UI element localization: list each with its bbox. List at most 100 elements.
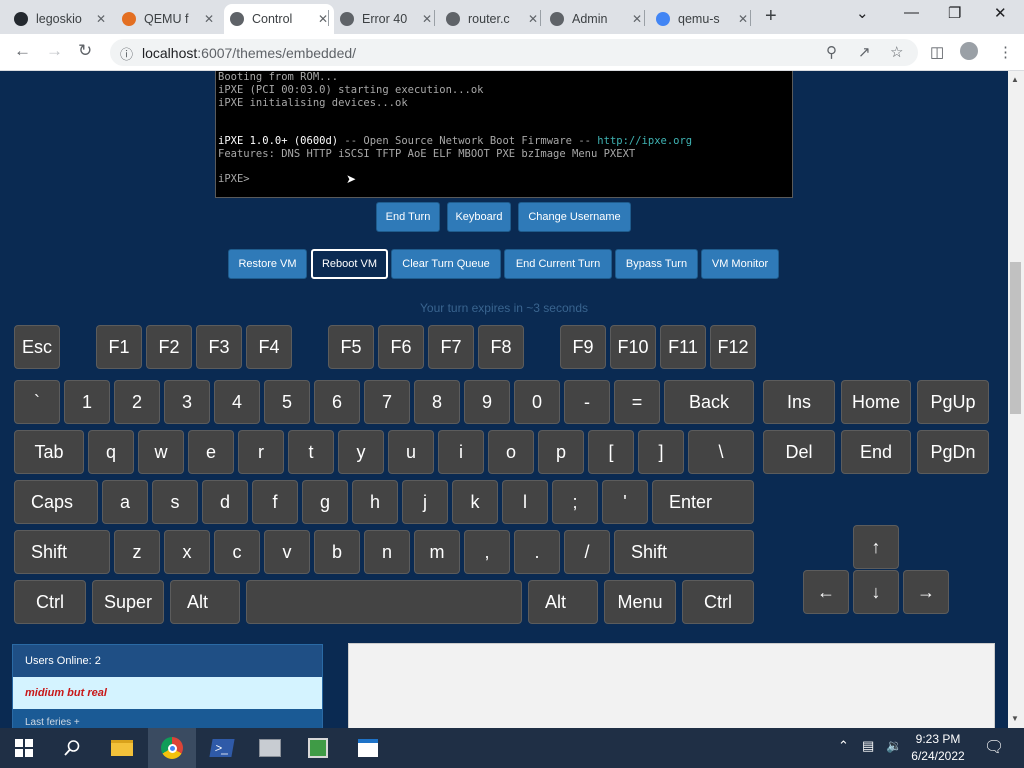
key-arrow-right[interactable]: → — [903, 570, 949, 614]
end-turn-button[interactable]: End Turn — [376, 202, 440, 232]
key-f6[interactable]: F6 — [378, 325, 424, 369]
change-username-button[interactable]: Change Username — [518, 202, 631, 232]
key-9[interactable]: 9 — [464, 380, 510, 424]
tab-search-icon[interactable]: ⌄ — [856, 4, 869, 22]
key-f1[interactable]: F1 — [96, 325, 142, 369]
chrome-menu-icon[interactable]: ⋮ — [998, 43, 1013, 61]
key-b[interactable]: b — [314, 530, 360, 574]
key-backtick[interactable]: ` — [14, 380, 60, 424]
key-p[interactable]: p — [538, 430, 584, 474]
key-f2[interactable]: F2 — [146, 325, 192, 369]
key-f11[interactable]: F11 — [660, 325, 706, 369]
key-k[interactable]: k — [452, 480, 498, 524]
key-f9[interactable]: F9 — [560, 325, 606, 369]
key-end[interactable]: End — [841, 430, 911, 474]
clear-turn-queue-button[interactable]: Clear Turn Queue — [391, 249, 501, 279]
key-quote[interactable]: ' — [602, 480, 648, 524]
key-ctrl[interactable]: Ctrl — [14, 580, 86, 624]
reboot-vm-button[interactable]: Reboot VM — [311, 249, 388, 279]
taskbar-app-4[interactable] — [246, 728, 294, 768]
reload-icon[interactable]: ↻ — [78, 41, 92, 61]
key-arrow-down[interactable]: ↓ — [853, 570, 899, 614]
key-r[interactable]: r — [238, 430, 284, 474]
network-icon[interactable]: ▤ — [862, 738, 874, 754]
taskbar-clock[interactable]: 9:23 PM 6/24/2022 — [900, 731, 976, 765]
side-panel-icon[interactable]: ◫ — [930, 43, 944, 61]
key-f3[interactable]: F3 — [196, 325, 242, 369]
taskbar-app-5[interactable] — [294, 728, 342, 768]
end-current-turn-button[interactable]: End Current Turn — [504, 249, 612, 279]
vm-monitor-button[interactable]: VM Monitor — [701, 249, 779, 279]
key-j[interactable]: j — [402, 480, 448, 524]
keyboard-button[interactable]: Keyboard — [447, 202, 511, 232]
key-8[interactable]: 8 — [414, 380, 460, 424]
key-f8[interactable]: F8 — [478, 325, 524, 369]
close-tab-icon[interactable]: ✕ — [632, 12, 642, 26]
page-scrollbar[interactable]: ▲ ▼ — [1008, 71, 1024, 728]
key-menu[interactable]: Menu — [604, 580, 676, 624]
browser-tab[interactable]: qemu-s ✕ — [650, 4, 754, 34]
key-o[interactable]: o — [488, 430, 534, 474]
taskbar-chrome[interactable] — [148, 728, 196, 768]
key-5[interactable]: 5 — [264, 380, 310, 424]
key-s[interactable]: s — [152, 480, 198, 524]
key-f4[interactable]: F4 — [246, 325, 292, 369]
close-tab-icon[interactable]: ✕ — [422, 12, 432, 26]
zoom-icon[interactable]: ⚲ — [826, 43, 837, 61]
browser-tab[interactable]: Admin ✕ — [544, 4, 648, 34]
key-n[interactable]: n — [364, 530, 410, 574]
chat-box[interactable] — [348, 643, 995, 728]
key-g[interactable]: g — [302, 480, 348, 524]
scrollbar-thumb[interactable] — [1010, 262, 1021, 414]
browser-tab[interactable]: Control ✕ — [224, 4, 334, 34]
taskbar-powershell[interactable]: >_ — [198, 728, 246, 768]
key-1[interactable]: 1 — [64, 380, 110, 424]
bookmark-star-icon[interactable]: ☆ — [890, 43, 903, 61]
key-f12[interactable]: F12 — [710, 325, 756, 369]
key-alt[interactable]: Alt — [528, 580, 598, 624]
key-space[interactable] — [246, 580, 522, 624]
restore-vm-button[interactable]: Restore VM — [228, 249, 307, 279]
key-x[interactable]: x — [164, 530, 210, 574]
browser-tab[interactable]: Error 40 ✕ — [334, 4, 438, 34]
key-d[interactable]: d — [202, 480, 248, 524]
key-del[interactable]: Del — [763, 430, 835, 474]
address-bar[interactable]: ⓘ localhost:6007/themes/embedded/ ⚲ ↗ ☆ — [110, 39, 918, 66]
key-m[interactable]: m — [414, 530, 460, 574]
scroll-down-icon[interactable]: ▼ — [1011, 714, 1019, 723]
browser-tab[interactable]: legoskio ✕ — [8, 4, 112, 34]
key-equals[interactable]: = — [614, 380, 660, 424]
key-e[interactable]: e — [188, 430, 234, 474]
key-f7[interactable]: F7 — [428, 325, 474, 369]
site-info-icon[interactable]: ⓘ — [120, 44, 133, 63]
share-icon[interactable]: ↗ — [858, 43, 871, 61]
start-button[interactable] — [0, 728, 48, 768]
key-backslash[interactable]: \ — [688, 430, 754, 474]
minimize-button[interactable]: — — [904, 4, 919, 21]
browser-tab[interactable]: QEMU f ✕ — [116, 4, 220, 34]
key-super[interactable]: Super — [92, 580, 164, 624]
key-y[interactable]: y — [338, 430, 384, 474]
key-v[interactable]: v — [264, 530, 310, 574]
key-esc[interactable]: Esc — [14, 325, 60, 369]
key-left-bracket[interactable]: [ — [588, 430, 634, 474]
key-c[interactable]: c — [214, 530, 260, 574]
key-slash[interactable]: / — [564, 530, 610, 574]
back-icon[interactable]: ← — [14, 41, 31, 61]
key-ctrl[interactable]: Ctrl — [682, 580, 754, 624]
taskbar-app-6[interactable] — [344, 728, 392, 768]
key-q[interactable]: q — [88, 430, 134, 474]
close-window-button[interactable]: ✕ — [994, 4, 1007, 22]
key-ins[interactable]: Ins — [763, 380, 835, 424]
scroll-up-icon[interactable]: ▲ — [1011, 75, 1019, 84]
key-arrow-left[interactable]: ← — [803, 570, 849, 614]
key-semicolon[interactable]: ; — [552, 480, 598, 524]
key-z[interactable]: z — [114, 530, 160, 574]
close-tab-icon[interactable]: ✕ — [738, 12, 748, 26]
key-pgup[interactable]: PgUp — [917, 380, 989, 424]
key-comma[interactable]: , — [464, 530, 510, 574]
browser-tab[interactable]: router.c ✕ — [440, 4, 544, 34]
key-i[interactable]: i — [438, 430, 484, 474]
key-period[interactable]: . — [514, 530, 560, 574]
bypass-turn-button[interactable]: Bypass Turn — [615, 249, 698, 279]
